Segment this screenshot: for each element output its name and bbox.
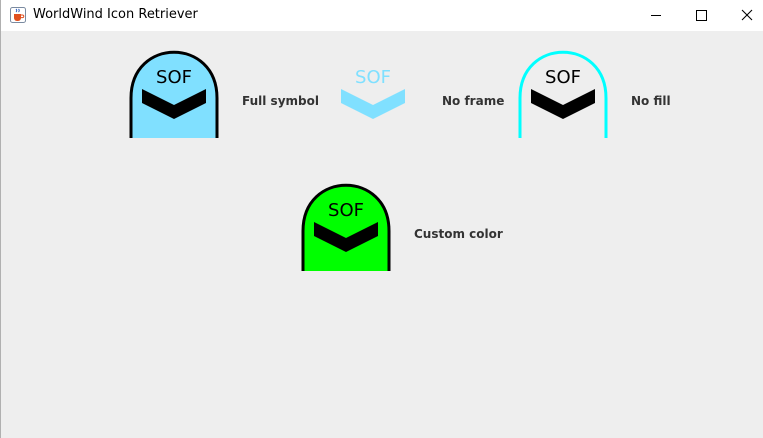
app-window: WorldWind Icon Retriever SOF Full symbol… bbox=[0, 0, 763, 438]
close-icon bbox=[741, 9, 753, 21]
no-fill-label: No fill bbox=[631, 94, 671, 108]
no-frame-symbol-text: SOF bbox=[355, 67, 391, 88]
no-fill-symbol-icon: SOF bbox=[517, 43, 609, 139]
full-symbol-text: SOF bbox=[156, 67, 192, 88]
full-symbol-icon: SOF bbox=[128, 43, 220, 139]
java-cup-icon[interactable] bbox=[10, 7, 26, 23]
no-frame-label: No frame bbox=[442, 94, 505, 108]
custom-color-symbol-icon: SOF bbox=[300, 176, 392, 272]
no-frame-symbol-icon: SOF bbox=[327, 43, 419, 139]
close-button[interactable] bbox=[723, 0, 763, 31]
content-panel: SOF Full symbol SOF No frame SOF No fill bbox=[1, 31, 763, 438]
full-symbol-label: Full symbol bbox=[242, 94, 319, 108]
title-bar[interactable]: WorldWind Icon Retriever bbox=[1, 0, 763, 31]
minimize-icon bbox=[651, 15, 661, 16]
custom-color-label: Custom color bbox=[414, 227, 503, 241]
minimize-button[interactable] bbox=[633, 0, 679, 31]
maximize-button[interactable] bbox=[678, 0, 724, 31]
custom-color-symbol-text: SOF bbox=[328, 200, 364, 221]
maximize-icon bbox=[696, 10, 707, 21]
window-title: WorldWind Icon Retriever bbox=[33, 7, 198, 22]
no-fill-symbol-text: SOF bbox=[545, 67, 581, 88]
